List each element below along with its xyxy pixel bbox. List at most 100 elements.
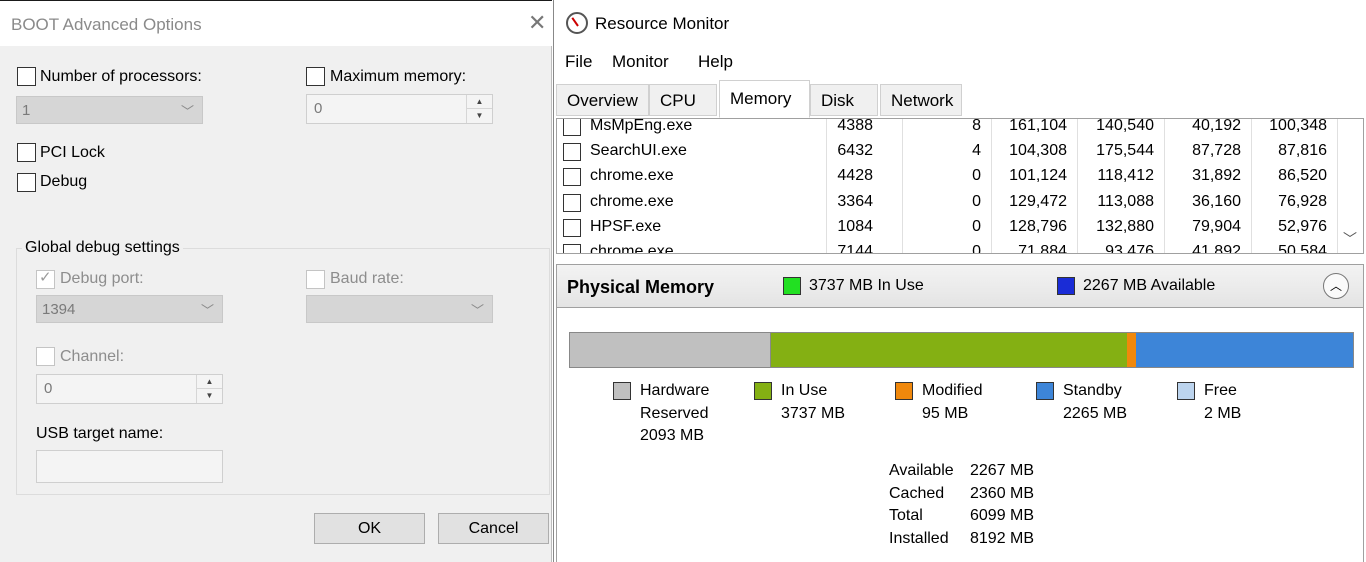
channel-value: 0: [44, 380, 53, 397]
legend-label: Reserved: [640, 404, 709, 422]
process-checkbox[interactable]: [563, 194, 581, 212]
stat-key: Cached: [889, 484, 945, 502]
number-of-processors-select[interactable]: 1 ﹀: [16, 96, 203, 124]
collapse-chevron-up-icon[interactable]: ︿: [1323, 273, 1349, 299]
tab-memory[interactable]: Memory: [719, 80, 810, 118]
process-cell: 79,904: [1192, 218, 1241, 235]
debug-port-select[interactable]: 1394 ﹀: [36, 295, 223, 323]
process-image-name: chrome.exe: [590, 243, 674, 254]
debug-port-checkbox[interactable]: ✓: [36, 269, 55, 289]
close-icon[interactable]: ✕: [528, 11, 546, 35]
process-cell: 87,728: [1192, 142, 1241, 159]
process-image-name: SearchUI.exe: [590, 142, 687, 159]
process-cell: 100,348: [1269, 118, 1327, 134]
process-image-name: chrome.exe: [590, 193, 674, 210]
physical-memory-header[interactable]: Physical Memory 3737 MB In Use 2267 MB A…: [556, 264, 1364, 308]
channel-label: Channel:: [60, 348, 125, 365]
process-checkbox[interactable]: [563, 219, 581, 237]
tab-cpu[interactable]: CPU: [649, 84, 717, 116]
process-cell: 52,976: [1278, 218, 1327, 235]
process-cell: 4428: [837, 167, 873, 184]
checkmark-icon: ✓: [39, 269, 52, 286]
cancel-button[interactable]: Cancel: [438, 513, 549, 544]
maximum-memory-value: 0: [314, 100, 323, 117]
legend-label: Hardware: [640, 382, 710, 399]
process-row[interactable]: chrome.exe 3364 0 129,472 113,088 36,160 76,92…: [557, 190, 1347, 215]
process-row[interactable]: chrome.exe 4428 0 101,124 118,412 31,892 86,52…: [557, 164, 1347, 189]
in-use-summary: 3737 MB In Use: [809, 277, 924, 294]
process-cell: 7144: [837, 243, 873, 254]
process-list[interactable]: ﹀ MsMpEng.exe 4388 8 161,104 140,540 40,192 10…: [556, 118, 1364, 254]
process-cell: 113,088: [1097, 193, 1154, 210]
maximum-memory-checkbox[interactable]: [306, 67, 325, 86]
rm-tabs: Overview CPU Memory Disk Network: [556, 80, 1364, 118]
channel-spinbox[interactable]: 0 ▲ ▼: [36, 374, 223, 404]
process-row[interactable]: MsMpEng.exe 4388 8 161,104 140,540 40,192 100,…: [557, 118, 1347, 139]
process-cell: 41,892: [1192, 243, 1241, 254]
process-cell: 1084: [837, 218, 873, 235]
process-checkbox[interactable]: [563, 143, 581, 161]
rm-title: Resource Monitor: [595, 14, 730, 33]
free-swatch-icon: [1177, 382, 1195, 400]
channel-checkbox[interactable]: [36, 347, 55, 366]
chevron-down-icon: ﹀: [200, 303, 214, 318]
usb-target-name-input[interactable]: [36, 450, 223, 483]
process-checkbox[interactable]: [563, 244, 581, 253]
process-cell: 8: [972, 118, 981, 134]
menu-help[interactable]: Help: [698, 52, 733, 72]
stat-key: Installed: [889, 529, 949, 547]
maximum-memory-label: Maximum memory:: [330, 68, 467, 85]
process-row[interactable]: SearchUI.exe 6432 4 104,308 175,544 87,728 87,…: [557, 139, 1347, 164]
tab-network[interactable]: Network: [880, 84, 962, 116]
process-image-name: chrome.exe: [590, 167, 674, 184]
process-cell: 93,476: [1105, 243, 1154, 254]
baud-rate-select[interactable]: ﹀: [306, 295, 493, 323]
legend-value: 95 MB: [922, 404, 969, 422]
number-of-processors-checkbox[interactable]: [17, 67, 36, 86]
process-cell: 129,472: [1009, 193, 1067, 210]
debug-port-value: 1394: [42, 301, 76, 318]
spin-down-icon[interactable]: ▼: [467, 109, 492, 123]
process-image-name: MsMpEng.exe: [590, 118, 693, 134]
process-row[interactable]: chrome.exe 7144 0 71,884 93,476 41,892 50,584: [557, 240, 1347, 254]
process-image-name: HPSF.exe: [590, 218, 662, 235]
process-cell: 3364: [837, 193, 873, 210]
baud-rate-checkbox[interactable]: [306, 270, 325, 289]
process-cell: 87,816: [1278, 142, 1327, 159]
process-checkbox[interactable]: [563, 119, 581, 136]
dialog-titlebar: BOOT Advanced Options ✕: [0, 0, 552, 46]
menu-monitor[interactable]: Monitor: [612, 52, 669, 72]
physical-memory-panel: Hardware Reserved 2093 MB In Use 3737 MB Mo…: [556, 308, 1364, 562]
spin-up-icon[interactable]: ▲: [197, 375, 222, 389]
stat-value: 2360 MB: [970, 484, 1035, 502]
number-of-processors-value: 1: [22, 102, 31, 119]
standby-swatch-icon: [1036, 382, 1054, 400]
process-checkbox[interactable]: [563, 168, 581, 186]
process-cell: 86,520: [1278, 167, 1327, 184]
legend-value: 2 MB: [1204, 404, 1242, 422]
process-row[interactable]: HPSF.exe 1084 0 128,796 132,880 79,904 52,976: [557, 215, 1347, 240]
spin-down-icon[interactable]: ▼: [197, 389, 222, 403]
dialog-title: BOOT Advanced Options: [11, 15, 202, 34]
stat-value: 6099 MB: [970, 507, 1035, 524]
maximum-memory-spinbox[interactable]: 0 ▲ ▼: [306, 94, 493, 124]
process-cell: 175,544: [1096, 142, 1154, 159]
number-of-processors-label: Number of processors:: [40, 68, 202, 85]
debug-checkbox[interactable]: [17, 173, 36, 192]
available-summary: 2267 MB Available: [1083, 277, 1216, 294]
tab-disk[interactable]: Disk: [810, 84, 878, 116]
menu-file[interactable]: File: [565, 52, 592, 72]
chevron-down-icon: ﹀: [470, 303, 484, 318]
process-cell: 6432: [837, 142, 873, 159]
process-cell: 0: [972, 167, 981, 184]
process-cell: 0: [972, 193, 981, 210]
debug-label: Debug: [40, 173, 88, 190]
boot-advanced-options-dialog: BOOT Advanced Options ✕ Number of proces…: [0, 0, 552, 562]
legend-value: 2093 MB: [640, 427, 705, 444]
in-use-swatch-icon: [783, 277, 801, 295]
spin-up-icon[interactable]: ▲: [467, 95, 492, 109]
legend-label: Free: [1204, 382, 1237, 399]
tab-overview[interactable]: Overview: [556, 84, 649, 116]
pci-lock-checkbox[interactable]: [17, 143, 36, 162]
ok-button[interactable]: OK: [314, 513, 425, 544]
